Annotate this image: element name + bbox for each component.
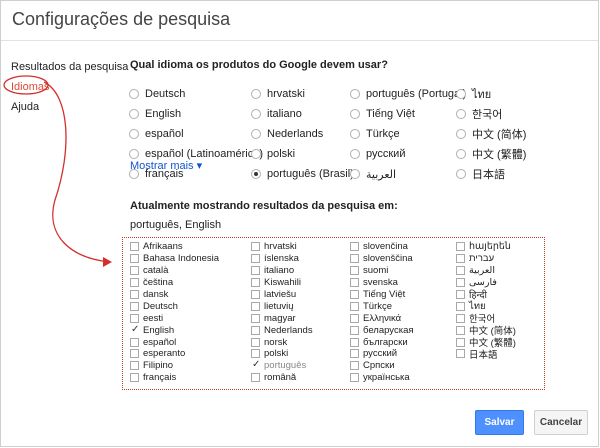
annotation-arrowhead (103, 257, 112, 267)
annotation-circle (3, 75, 49, 95)
annotation-arrow (43, 81, 111, 263)
annotation-overlay (3, 75, 112, 267)
